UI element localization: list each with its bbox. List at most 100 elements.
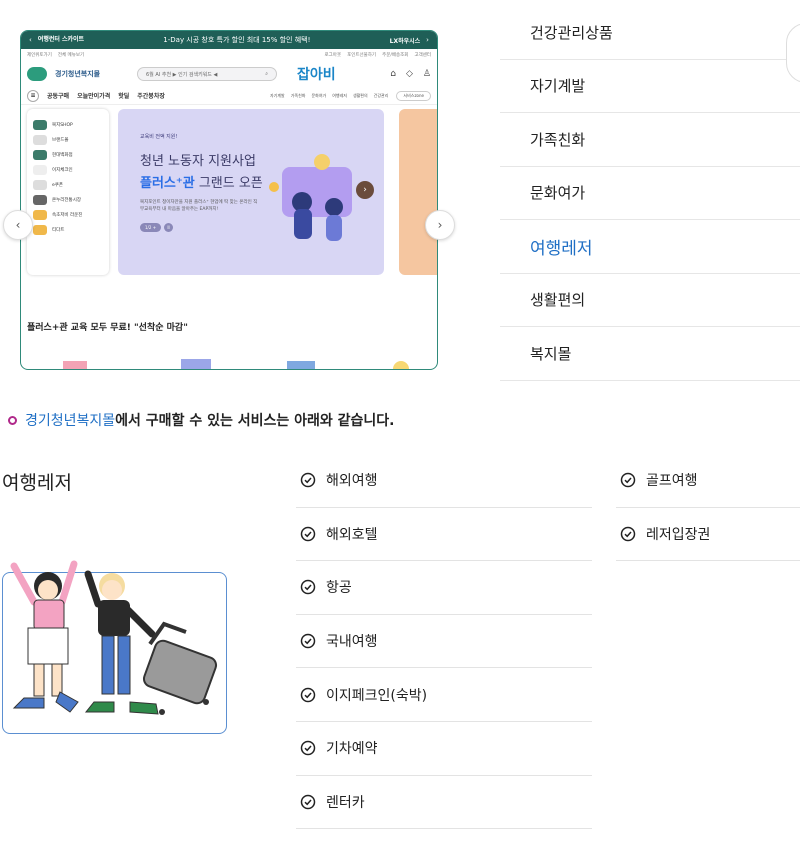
site-header: 경기청년복지몰 6월 AI 추천 ▶ 인기 검색키워드 ◀ ⌕ 잡아비 ⌂ ◇ … [21,61,437,87]
search-icon[interactable]: ⌕ [265,71,268,77]
sidebar-item[interactable]: 브랜드몰 [33,132,103,147]
nav-item-today[interactable]: 오늘만이가격 [77,91,110,100]
service-label: 해외여행 [326,473,378,490]
category-family[interactable]: 가족친화 [500,113,800,167]
sidebar-item[interactable]: e쿠폰 [33,177,103,192]
service-item[interactable]: 항공 [296,561,592,615]
nav-sub-1[interactable]: 자기계발 [270,93,285,99]
category-mall[interactable]: 복지몰 [500,327,800,381]
user-icon[interactable]: ♙ [423,69,431,79]
market-icon [33,194,47,205]
hero-illustration [269,154,352,241]
site-logo-text[interactable]: 경기청년복지몰 [55,69,129,79]
service-zone-select[interactable]: 서비스zone [396,90,431,101]
intro-highlight: 경기청년복지몰 [25,413,116,429]
top-link-logout[interactable]: 로그아웃 [325,52,342,58]
service-label: 기차예약 [326,741,378,758]
banner-brand: 여행런터 스카이트 [37,36,85,43]
chevron-right-icon: › [426,36,429,44]
hero-title-highlight: 플러스⁺관 [140,176,195,191]
store-icon [33,149,47,160]
category-health[interactable]: 건강관리상품 [500,6,800,60]
category-self-dev[interactable]: 자기계발 [500,60,800,113]
sidebar-item[interactable]: 속초저비 라운진 [33,207,103,222]
category-menu: 건강관리상품 자기계발 가족친화 문화여가 여행레저 생활편의 복지몰 [500,6,800,381]
service-item[interactable]: 렌터카 [296,776,592,830]
nav-item-hotdeal[interactable]: 핫딜 [118,91,129,100]
site-logo-badge[interactable] [27,67,47,81]
nav-sub-5[interactable]: 생활편의 [353,93,368,99]
service-item[interactable]: 골프여행 [616,454,800,508]
bullet-ring-icon [8,415,17,425]
nav-sub-6[interactable]: 건강관리 [374,93,389,99]
service-label: 골프여행 [646,473,698,490]
check-circle-icon [300,633,316,649]
hero-tag: 교육비 전액 지원! [140,134,178,140]
promo-banner[interactable]: ‹ 여행런터 스카이트 1-Day 시공 창호 특가 할인 최대 15% 할인 … [21,31,437,49]
resort-icon [33,209,47,220]
service-item[interactable]: 레저입장권 [616,508,800,562]
category-living[interactable]: 생활편의 [500,274,800,327]
service-label: 해외호텔 [326,526,378,543]
ticket-icon [33,224,47,235]
carousel-prev-button[interactable]: ‹ [3,210,33,240]
site-preview-frame: ‹ 여행런터 스카이트 1-Day 시공 창호 특가 할인 최대 15% 할인 … [20,30,438,370]
category-culture[interactable]: 문화여가 [500,167,800,220]
carousel-next-button[interactable]: › [425,210,455,240]
service-item[interactable]: 국내여행 [296,615,592,669]
nav-sub-4[interactable]: 여행레저 [332,93,347,99]
top-link-home[interactable]: 제인위토가기 [27,52,52,58]
sidebar-item[interactable]: 티다트 [33,222,103,237]
hero-banner[interactable]: 교육비 전액 지원! 청년 노동자 지원사업 플러스⁺관 그랜드 오픈 복지포인… [118,109,384,275]
nav-item-weekly[interactable]: 주간봉차장 [137,91,165,100]
sidebar-label: 온누리전통시장 [52,197,81,203]
check-circle-icon [300,526,316,542]
top-link-menu[interactable]: 전체 메뉴보기 [58,52,84,58]
service-item[interactable]: 해외여행 [296,454,592,508]
pager-count[interactable]: 1/2 + [140,223,162,232]
sidebar-item[interactable]: 온누리전통시장 [33,192,103,207]
sidebar-item[interactable]: 복지SHOP [33,117,103,132]
next-slide-preview[interactable] [399,109,437,275]
sidebar-item[interactable]: 이지체크인 [33,162,103,177]
nav-item-groupbuy[interactable]: 공동구매 [47,91,69,100]
cart-icon[interactable]: ◇ [406,69,413,79]
top-link-gift[interactable]: 포인트선물하기 [347,52,376,58]
check-circle-icon [300,794,316,810]
site-nav: ≡ 공동구매 오늘만이가격 핫딜 주간봉차장 자기계발 가족친화 문화여가 여행… [21,87,437,105]
travel-illustration [0,552,228,734]
top-link-support[interactable]: 고객센터 [414,52,431,58]
brand-icon [33,134,47,145]
sidebar-label: e쿠폰 [52,182,64,188]
checkin-icon [33,164,47,175]
service-label: 렌터카 [326,794,365,811]
sidebar-label: 속초저비 라운진 [52,212,83,218]
service-intro: 경기청년복지몰에서 구매할 수 있는 서비스는 아래와 같습니다. [8,410,394,430]
coupon-icon[interactable]: ⌂ [390,69,396,79]
utility-bar: 제인위토가기 전체 메뉴보기 로그아웃 포인트선물하기 주문/배송조회 고객센터 [21,49,437,61]
preview-caption: 플러스+관 교육 모두 무료! "선착순 마감" [27,323,188,333]
service-item[interactable]: 해외호텔 [296,508,592,562]
service-label: 레저입장권 [646,526,711,543]
pause-icon[interactable]: II [164,223,174,232]
service-label: 항공 [326,580,352,597]
banner-partner: LX하우시스 [389,37,421,45]
hamburger-icon[interactable]: ≡ [27,89,39,102]
section-title: 여행레저 [2,472,72,494]
service-label: 이지페크인(숙박) [326,687,428,704]
travelers-illustration [10,560,218,715]
search-input[interactable]: 6월 AI 추천 ▶ 인기 검색키워드 ◀ ⌕ [137,67,277,81]
jobabi-logo[interactable]: 잡아비 [297,64,336,84]
sidebar-label: 티다트 [52,227,65,233]
service-item[interactable]: 이지페크인(숙박) [296,668,592,722]
chevron-right-icon: › [437,218,443,232]
hero-next-icon[interactable]: › [356,181,374,199]
sidebar-item[interactable]: 현대백화점 [33,147,103,162]
top-link-orders[interactable]: 주문/배송조회 [382,52,408,58]
service-item[interactable]: 기차예약 [296,722,592,776]
category-travel[interactable]: 여행레저 [500,220,800,274]
hero-title-rest: 그랜드 오픈 [194,176,263,191]
nav-sub-2[interactable]: 가족친화 [291,93,306,99]
nav-sub-3[interactable]: 문화여가 [311,93,326,99]
product-thumbnails [63,359,409,369]
